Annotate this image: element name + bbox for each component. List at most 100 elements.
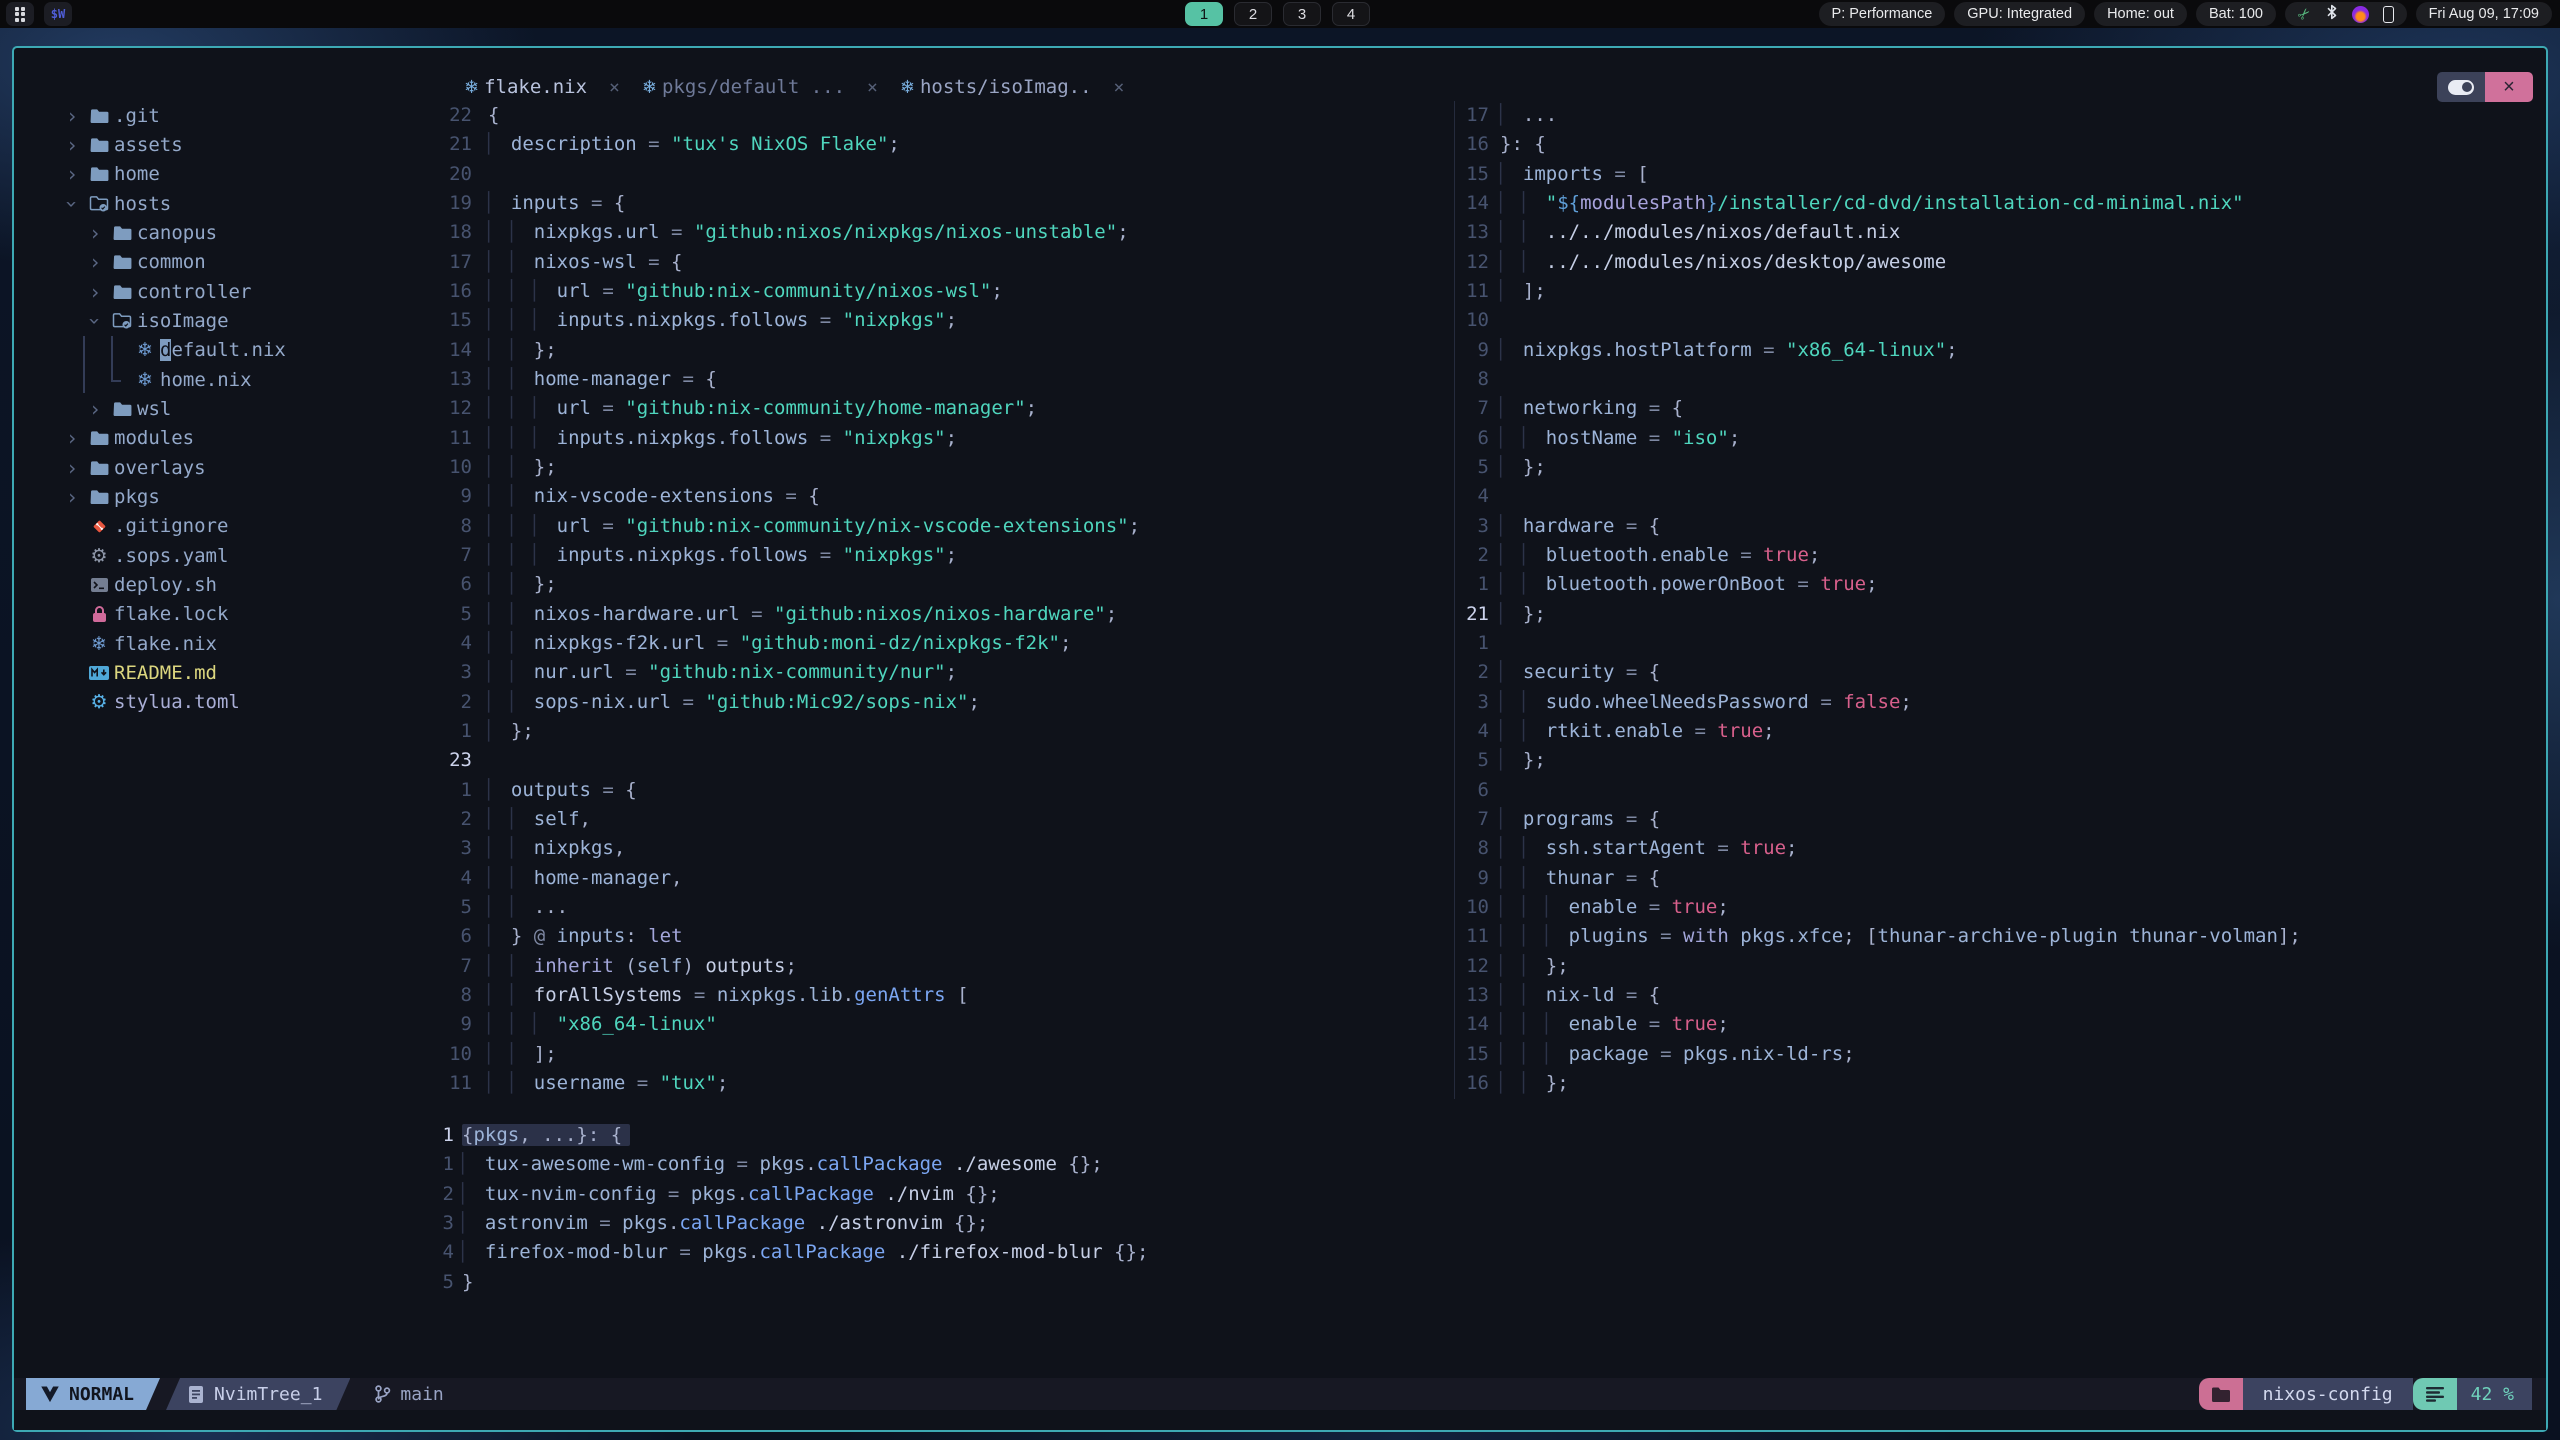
code-text: ▏ description = "tux's NixOS Flake"; — [488, 133, 900, 156]
tree-item-stylua-toml[interactable]: ⚙ stylua.toml — [14, 688, 440, 717]
line-number: 17 — [1466, 104, 1489, 126]
window-toggle-button[interactable] — [2437, 72, 2485, 102]
line-number: 21 — [1466, 602, 1489, 625]
workspace-button-4[interactable]: 4 — [1332, 2, 1370, 26]
line-number: 21 — [449, 133, 472, 156]
status-pill-label: Bat: 100 — [2208, 6, 2263, 22]
chevron-right-icon[interactable]: › — [60, 133, 84, 157]
progress-icon-segment — [2412, 1378, 2457, 1410]
code-line: 11 ▏ ▏ ▏ inputs.nixpkgs.follows = "nixpkg… — [442, 424, 1452, 453]
tab-flake-nix[interactable]: ❄ flake.nix × — [464, 76, 620, 98]
tree-item--git[interactable]: › .git — [14, 101, 440, 130]
line-number: 11 — [449, 426, 472, 449]
tab-close-icon[interactable]: × — [609, 77, 620, 98]
tab-close-icon[interactable]: × — [867, 77, 878, 98]
line-number: 6 — [1477, 778, 1489, 801]
tree-item-assets[interactable]: › assets — [14, 130, 440, 159]
chevron-right-icon[interactable]: › — [60, 104, 84, 128]
tree-item--sops-yaml[interactable]: ⚙ .sops.yaml — [14, 541, 440, 570]
chevron-right-icon[interactable]: › — [60, 485, 84, 509]
tree-item-overlays[interactable]: › overlays — [14, 453, 440, 482]
code-text: ▏ ▏ nur.url = "github:nix-community/nur"… — [488, 661, 958, 684]
code-text: ▏ inputs = { — [488, 191, 626, 214]
command-line[interactable] — [14, 1410, 2546, 1430]
chevron-right-icon[interactable]: › — [83, 221, 107, 245]
workspace-button-3[interactable]: 3 — [1283, 2, 1321, 26]
wezterm-launcher-button[interactable]: $W — [44, 2, 72, 26]
code-line: 19 ▏ inputs = { — [442, 189, 1452, 218]
tab-close-icon[interactable]: × — [1114, 77, 1125, 98]
line-number: 19 — [449, 191, 472, 214]
app-grid-launcher-button[interactable] — [6, 2, 34, 26]
markdown-icon — [84, 665, 114, 680]
tree-item-flake-nix[interactable]: ❄ flake.nix — [14, 629, 440, 658]
tab-pkgs-default-[interactable]: ❄ pkgs/default ... × — [642, 76, 878, 98]
line-number: 3 — [442, 1211, 454, 1234]
code-line: 8 ▏ ▏ forAllSystems = nixpkgs.lib.genAttr… — [442, 981, 1452, 1010]
code-line: 10 — [1450, 306, 2536, 335]
code-text: ▏ ▏ }; — [1500, 954, 1569, 977]
code-line: 1 — [1450, 629, 2536, 658]
code-text: } — [462, 1270, 474, 1293]
tree-item-home-nix[interactable]: ❄ home.nix — [14, 365, 440, 394]
chevron-right-icon[interactable]: › — [60, 426, 84, 450]
code-text: ▏ ▏ inherit (self) outputs; — [488, 954, 797, 977]
chevron-right-icon[interactable]: › — [60, 456, 84, 480]
scissors-icon[interactable]: ✂ — [2293, 3, 2315, 25]
workspace-button-1[interactable]: 1 — [1185, 2, 1223, 26]
tree-item-common[interactable]: › common — [14, 248, 440, 277]
branch-name: main — [400, 1383, 444, 1405]
chevron-down-icon[interactable]: › — [60, 192, 84, 216]
editor-pane-pkgs-default-nix[interactable]: 1 {pkgs, ...}: {1 ▏ tux-awesome-wm-config … — [442, 1121, 2532, 1297]
tree-item-hosts[interactable]: › hosts — [14, 189, 440, 218]
dnd-fire-icon[interactable] — [2351, 5, 2369, 23]
folder-icon — [107, 225, 137, 241]
tree-item--gitignore[interactable]: .gitignore — [14, 512, 440, 541]
project-name-segment: nixos-config — [2242, 1378, 2413, 1410]
line-number: 11 — [1466, 925, 1489, 948]
phone-icon[interactable] — [2382, 5, 2394, 23]
editor-pane-iso-default-nix[interactable]: 17 ▏ ... 16}: {15 ▏ imports = [14 ▏ ▏ "${mod… — [1450, 101, 2536, 1098]
tree-item-controller[interactable]: › controller — [14, 277, 440, 306]
nvimtree-file-explorer[interactable]: › .git › assets › home › hosts › canopus › common › c… — [14, 101, 440, 717]
nix-icon: ❄ — [91, 632, 107, 655]
code-line: 15 ▏ imports = [ — [1450, 160, 2536, 189]
tree-item-README-md[interactable]: README.md — [14, 658, 440, 687]
code-text: ▏ ▏ thunar = { — [1500, 866, 1661, 889]
tree-item-canopus[interactable]: › canopus — [14, 218, 440, 247]
workspace-button-2[interactable]: 2 — [1234, 2, 1272, 26]
line-number: 10 — [1466, 309, 1489, 332]
code-text: ▏ networking = { — [1500, 397, 1684, 420]
bluetooth-icon[interactable] — [2325, 3, 2338, 25]
code-text: ▏ ▏ nix-ld = { — [1500, 983, 1661, 1006]
tree-item-deploy-sh[interactable]: deploy.sh — [14, 570, 440, 599]
tree-item-home[interactable]: › home — [14, 160, 440, 189]
tree-item-wsl[interactable]: › wsl — [14, 394, 440, 423]
git-icon — [84, 518, 114, 535]
tree-item-label: isoImage — [137, 309, 229, 332]
window-close-button[interactable]: × — [2485, 72, 2533, 102]
editor-pane-flake-nix[interactable]: 22{21 ▏ description = "tux's NixOS Flake"… — [442, 101, 1452, 1098]
chevron-down-icon[interactable]: › — [83, 309, 107, 333]
line-number: 10 — [449, 455, 472, 478]
tab-hosts-isoImag-[interactable]: ❄ hosts/isoImag.. × — [900, 76, 1125, 98]
code-line: 12 ▏ ▏ ../../modules/nixos/desktop/awesom… — [1450, 248, 2536, 277]
code-text: ▏ ▏ ▏ url = "github:nix-community/home-m… — [488, 397, 1038, 420]
chevron-right-icon[interactable]: › — [83, 250, 107, 274]
code-line: 2 ▏ ▏ self, — [442, 805, 1452, 834]
chevron-right-icon[interactable]: › — [60, 162, 84, 186]
line-number: 10 — [1466, 895, 1489, 918]
mode-label: NORMAL — [69, 1383, 135, 1405]
tree-item-default-nix[interactable]: ❄ default.nix — [14, 336, 440, 365]
nix-snowflake-icon: ❄ — [899, 76, 915, 98]
chevron-right-icon[interactable]: › — [83, 397, 107, 421]
code-line: 15 ▏ ▏ ▏ inputs.nixpkgs.follows = "nixpkg… — [442, 306, 1452, 335]
code-line: 1 ▏ ▏ bluetooth.powerOnBoot = true; — [1450, 570, 2536, 599]
tree-item-isoImage[interactable]: › isoImage — [14, 306, 440, 335]
tree-item-flake-lock[interactable]: flake.lock — [14, 600, 440, 629]
code-text: ▏ ▏ home-manager, — [488, 866, 683, 889]
chevron-right-icon[interactable]: › — [83, 280, 107, 304]
tree-item-pkgs[interactable]: › pkgs — [14, 482, 440, 511]
tree-item-modules[interactable]: › modules — [14, 424, 440, 453]
folder-icon — [84, 430, 114, 446]
